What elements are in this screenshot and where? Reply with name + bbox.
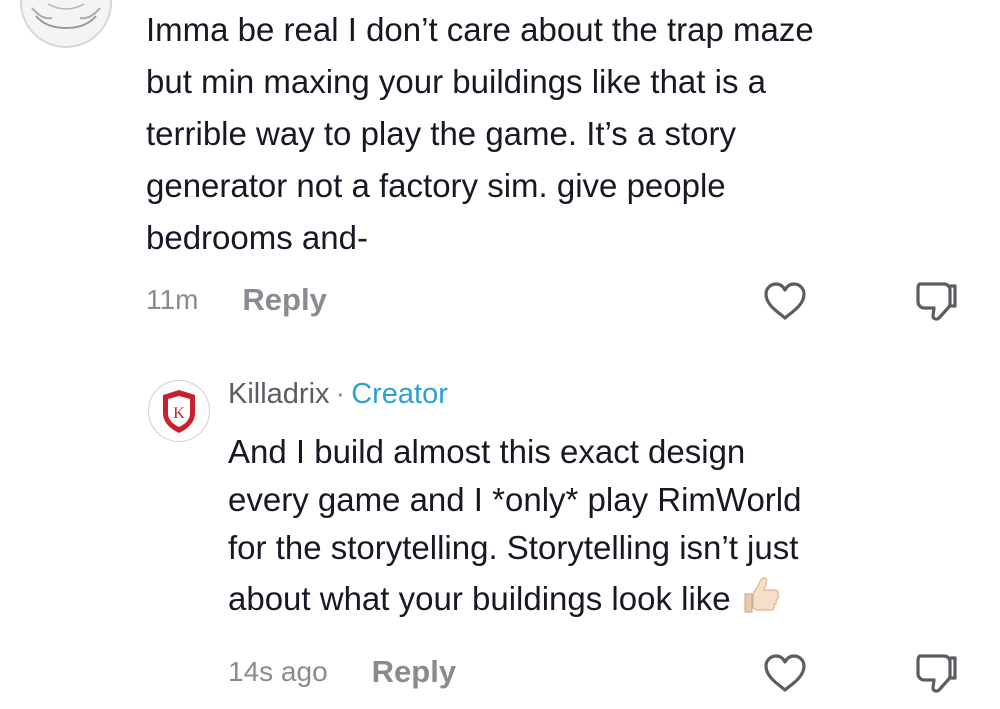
dislike-button[interactable]	[914, 278, 960, 329]
reply-comment-body: And I build almost this exact design eve…	[228, 433, 802, 617]
heart-outline-icon	[764, 282, 806, 320]
heart-outline-icon	[764, 654, 806, 692]
separator-dot: ·	[335, 377, 346, 410]
comment-meta: 11m Reply	[146, 280, 327, 320]
reply-timestamp: 14s ago	[228, 656, 328, 687]
reply-meta: 14s ago Reply	[228, 652, 456, 692]
like-button[interactable]	[762, 280, 808, 327]
reply-button[interactable]: Reply	[242, 282, 326, 318]
author-name[interactable]: Killadrix	[228, 378, 330, 411]
thumbs-up-emoji	[739, 572, 783, 629]
thumbs-down-outline-icon	[916, 282, 957, 321]
reply-button[interactable]: Reply	[372, 654, 456, 690]
dislike-button[interactable]	[914, 650, 960, 701]
commenter-avatar[interactable]	[20, 0, 112, 48]
comment-text: Imma be real I don’t care about the trap…	[146, 11, 814, 256]
creator-avatar[interactable]: K	[148, 380, 210, 442]
avatar-letter: K	[173, 405, 185, 422]
reply-comment-text: And I build almost this exact design eve…	[228, 428, 988, 629]
creator-badge: Creator	[351, 377, 448, 410]
reply-header: Killadrix · Creator	[228, 372, 448, 416]
thumbs-down-outline-icon	[916, 654, 957, 693]
comment-timestamp: 11m	[146, 284, 199, 315]
like-button[interactable]	[762, 652, 808, 699]
